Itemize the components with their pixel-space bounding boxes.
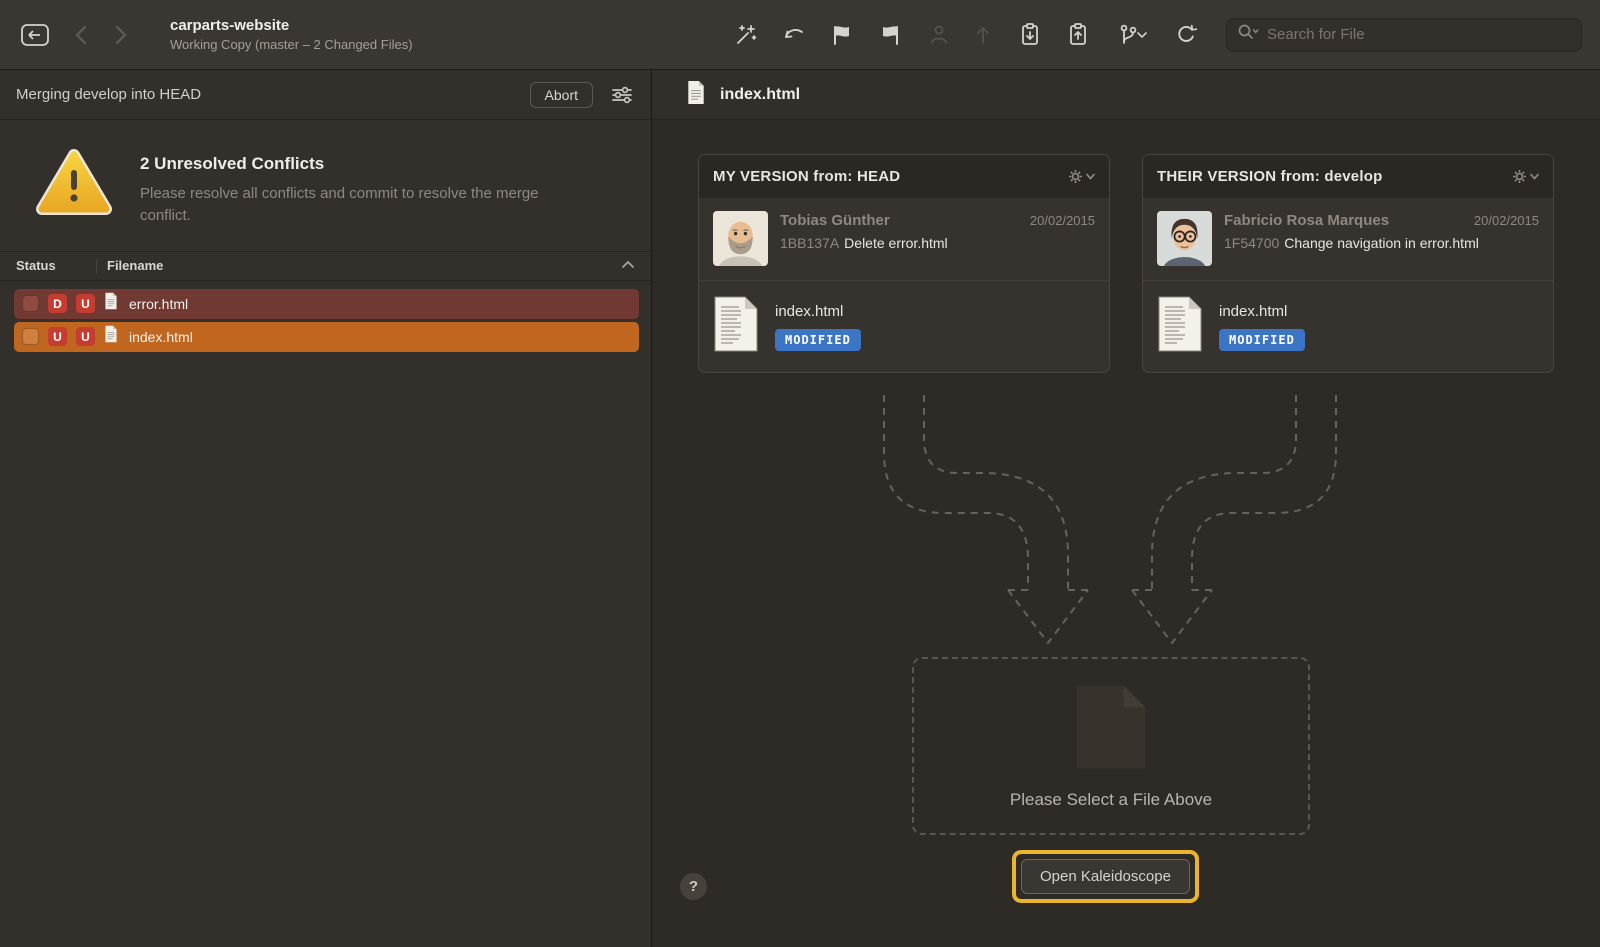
- refresh-icon[interactable]: [1172, 21, 1200, 49]
- file-icon: [104, 292, 118, 315]
- conflict-description: Please resolve all conflicts and commit …: [140, 183, 580, 227]
- file-icon: [104, 325, 118, 348]
- repo-title-block: carparts-website Working Copy (master – …: [170, 17, 413, 52]
- their-version-card: THEIR VERSION from: develop: [1142, 154, 1554, 373]
- my-version-card: MY VERSION from: HEAD: [698, 154, 1110, 373]
- row-checkbox[interactable]: [22, 295, 39, 312]
- file-search-field[interactable]: [1226, 18, 1582, 52]
- file-icon: [686, 80, 706, 110]
- my-file-block[interactable]: index.html MODIFIED: [699, 281, 1109, 372]
- back-chevron-icon[interactable]: [70, 21, 92, 49]
- stash-apply-icon[interactable]: [876, 21, 904, 49]
- conflict-notice: 2 Unresolved Conflicts Please resolve al…: [0, 120, 651, 251]
- commit-message: Delete error.html: [844, 235, 947, 251]
- warning-triangle-icon: [36, 148, 112, 227]
- detail-file-title: index.html: [720, 86, 800, 104]
- version-filename: index.html: [1219, 303, 1305, 320]
- open-kaleidoscope-highlight: Open Kaleidoscope: [1012, 850, 1199, 903]
- commit-hash: 1F54700: [1224, 235, 1279, 251]
- version-filename: index.html: [775, 303, 861, 320]
- their-version-header: THEIR VERSION from: develop: [1143, 155, 1553, 198]
- file-thumbnail-icon: [713, 295, 759, 358]
- gitflow-icon[interactable]: [1114, 21, 1152, 49]
- open-kaleidoscope-button[interactable]: Open Kaleidoscope: [1021, 859, 1190, 894]
- merge-panel: Merging develop into HEAD Abort: [0, 70, 652, 947]
- help-button[interactable]: ?: [680, 873, 707, 900]
- status-badge-unmerged: U: [48, 327, 67, 346]
- row-checkbox[interactable]: [22, 328, 39, 345]
- file-row-error[interactable]: D U error.html: [14, 289, 639, 319]
- repo-name: carparts-website: [170, 17, 413, 34]
- commit-date: 20/02/2015: [1030, 213, 1095, 228]
- forward-chevron-icon[interactable]: [110, 21, 132, 49]
- clipboard-import-icon[interactable]: [1016, 20, 1044, 50]
- status-badge-deleted: D: [48, 294, 67, 313]
- commit-date: 20/02/2015: [1474, 213, 1539, 228]
- conflict-detail-panel: index.html MY VERSION from: HEAD: [652, 70, 1600, 947]
- commit-author: Tobias Günther: [780, 212, 1030, 229]
- gear-menu-icon[interactable]: [1068, 169, 1095, 184]
- their-commit-row[interactable]: Fabricio Rosa Marques 20/02/2015 1F54700…: [1143, 198, 1553, 281]
- app-window: carparts-website Working Copy (master – …: [0, 0, 1600, 947]
- modified-badge: MODIFIED: [1219, 329, 1305, 351]
- file-table-header: Status Filename: [0, 251, 651, 281]
- column-filename[interactable]: Filename: [107, 258, 621, 273]
- column-divider: [96, 259, 97, 273]
- file-row-index[interactable]: U U index.html: [14, 322, 639, 352]
- detail-header: index.html: [652, 70, 1600, 120]
- merge-arrows-graphic: [652, 395, 1600, 665]
- file-list: D U error.html U U index.html: [0, 281, 651, 355]
- merge-result-dropzone[interactable]: Please Select a File Above: [912, 657, 1310, 835]
- search-icon: [1237, 23, 1259, 46]
- avatar: [713, 211, 768, 266]
- ghost-file-icon: [1075, 683, 1147, 776]
- commit-author: Fabricio Rosa Marques: [1224, 212, 1474, 229]
- magic-wand-icon[interactable]: [732, 21, 760, 49]
- modified-badge: MODIFIED: [775, 329, 861, 351]
- file-row-name: index.html: [129, 329, 193, 345]
- status-badge-unmerged: U: [76, 294, 95, 313]
- filter-sliders-icon[interactable]: [609, 84, 635, 106]
- merge-title: Merging develop into HEAD: [16, 86, 201, 103]
- commit-hash: 1BB137A: [780, 235, 839, 251]
- abort-button[interactable]: Abort: [530, 82, 593, 108]
- arrow-up-icon[interactable]: [972, 21, 994, 49]
- commit-message: Change navigation in error.html: [1284, 235, 1479, 251]
- dropzone-label: Please Select a File Above: [1010, 790, 1212, 810]
- my-commit-row[interactable]: Tobias Günther 20/02/2015 1BB137A Delete …: [699, 198, 1109, 281]
- column-status[interactable]: Status: [16, 258, 96, 273]
- avatar: [1157, 211, 1212, 266]
- merge-header: Merging develop into HEAD Abort: [0, 70, 651, 120]
- my-version-header: MY VERSION from: HEAD: [699, 155, 1109, 198]
- file-thumbnail-icon: [1157, 295, 1203, 358]
- person-icon[interactable]: [926, 21, 952, 49]
- their-file-block[interactable]: index.html MODIFIED: [1143, 281, 1553, 372]
- their-version-title: THEIR VERSION from: develop: [1157, 168, 1382, 185]
- search-input[interactable]: [1267, 26, 1571, 43]
- status-badge-unmerged: U: [76, 327, 95, 346]
- file-row-name: error.html: [129, 296, 188, 312]
- working-copy-icon[interactable]: [18, 20, 52, 50]
- my-version-title: MY VERSION from: HEAD: [713, 168, 900, 185]
- sort-chevron-icon[interactable]: [621, 258, 635, 273]
- undo-arrow-icon[interactable]: [780, 21, 808, 49]
- conflict-count-title: 2 Unresolved Conflicts: [140, 154, 580, 174]
- toolbar: carparts-website Working Copy (master – …: [0, 0, 1600, 70]
- stash-icon[interactable]: [828, 21, 856, 49]
- repo-subtitle: Working Copy (master – 2 Changed Files): [170, 37, 413, 52]
- gear-menu-icon[interactable]: [1512, 169, 1539, 184]
- clipboard-export-icon[interactable]: [1064, 20, 1092, 50]
